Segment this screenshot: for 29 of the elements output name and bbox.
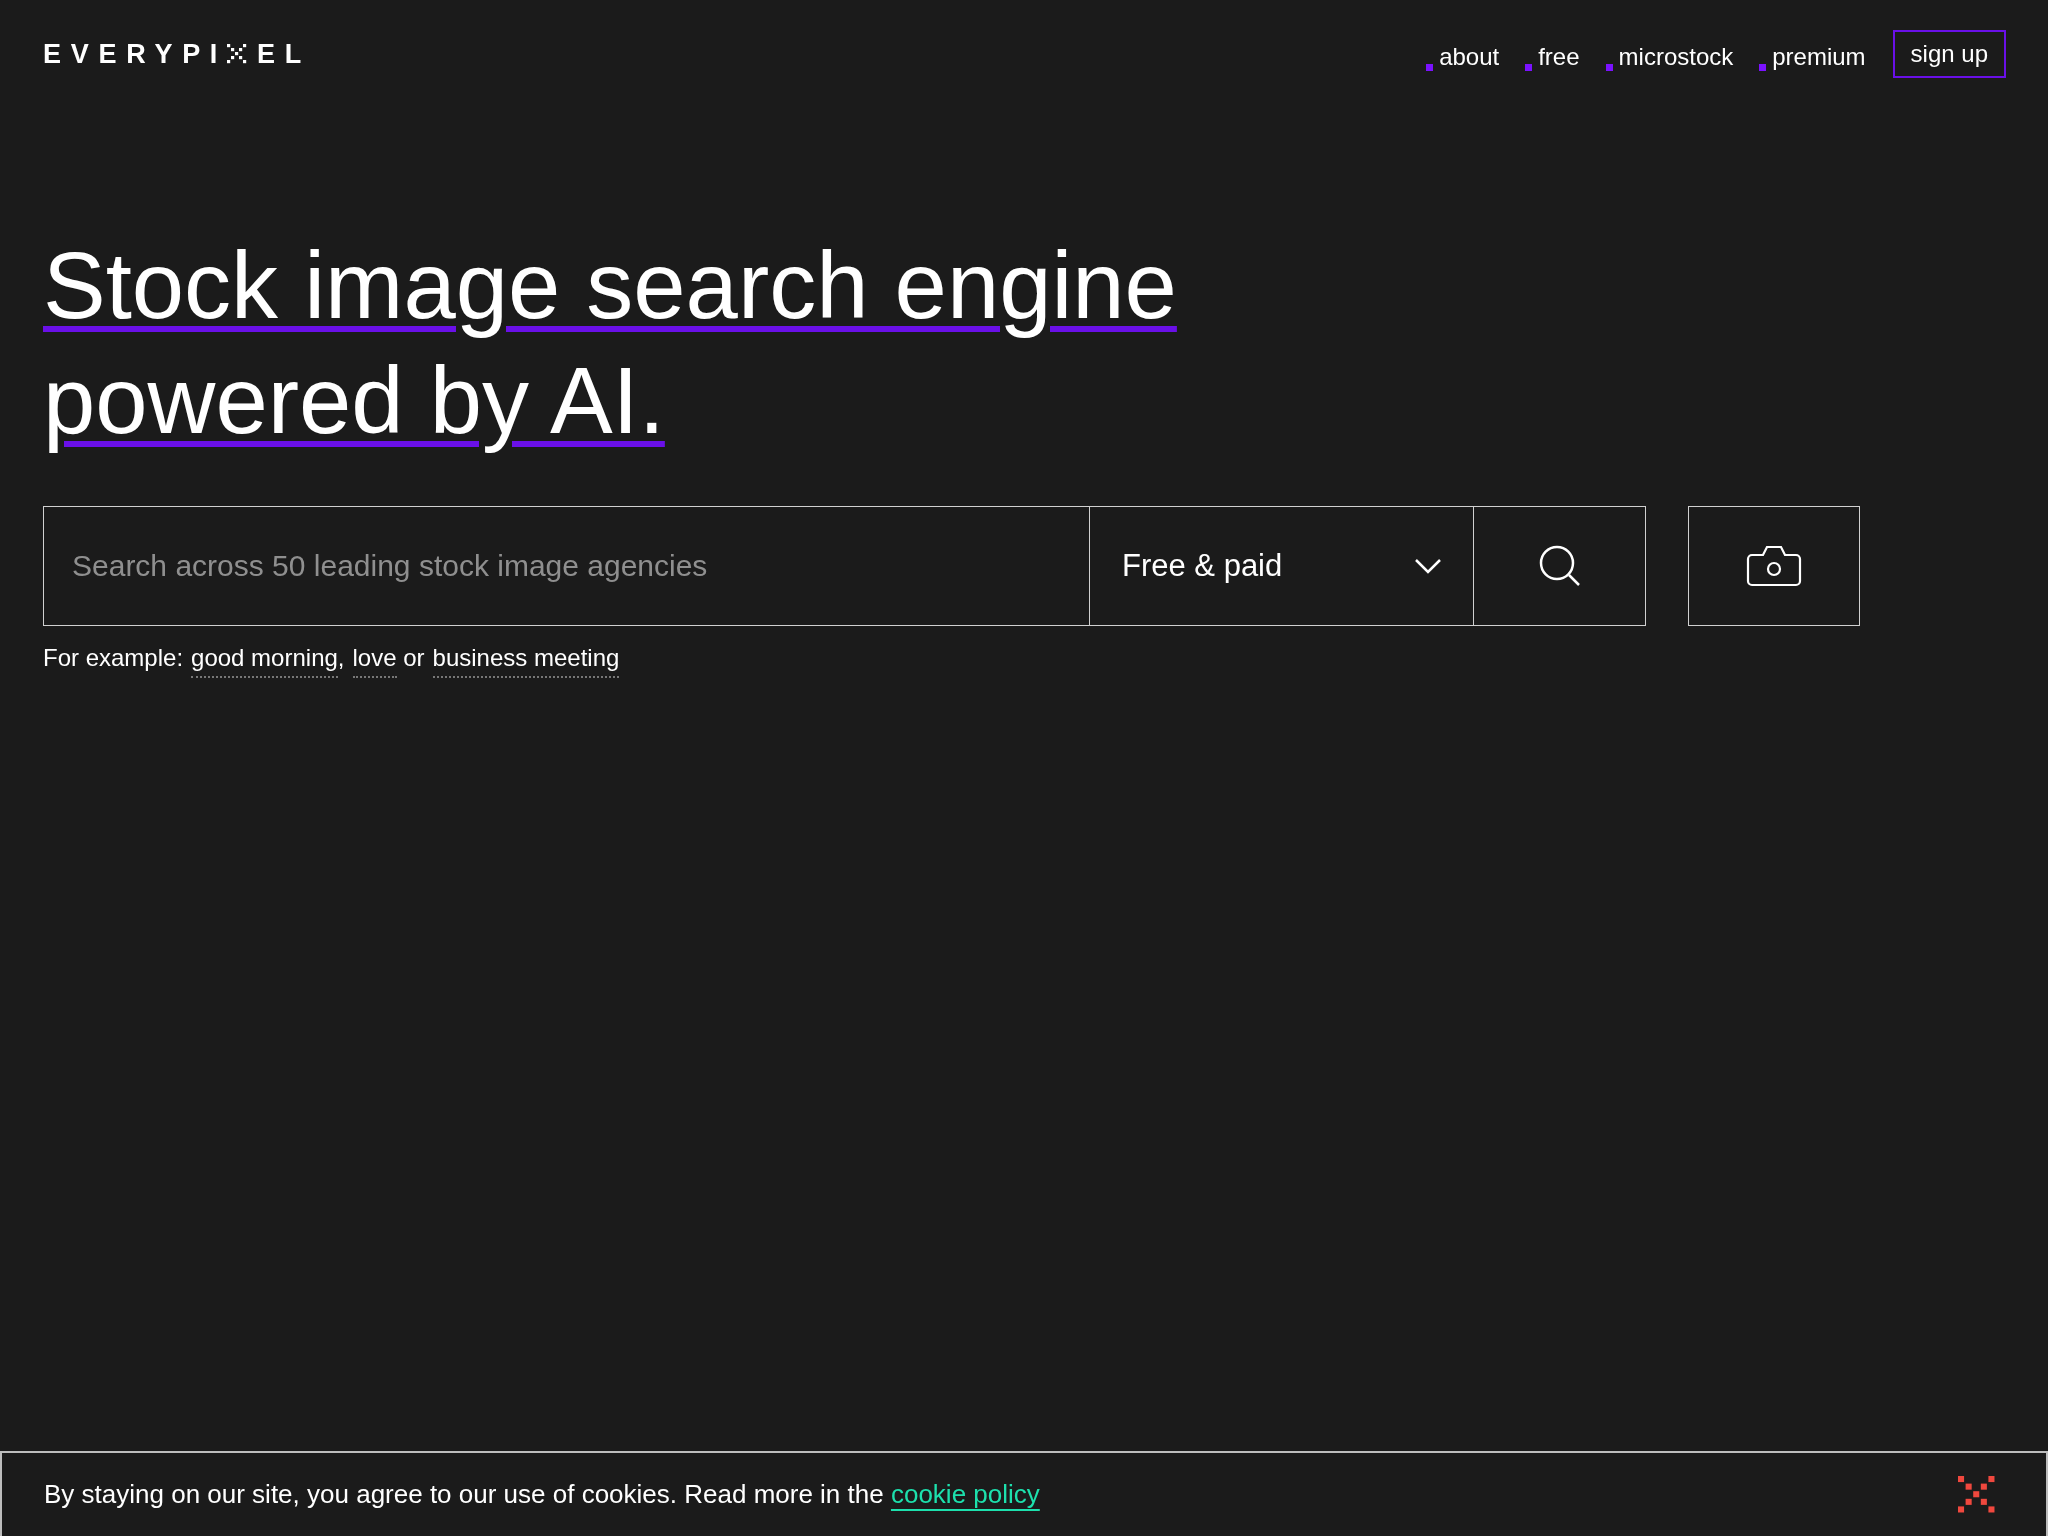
sign-up-button[interactable]: sign up	[1892, 30, 2006, 78]
search-icon	[1537, 544, 1582, 588]
separator-text: ,	[337, 643, 345, 673]
search-field[interactable]: Search across 50 leading stock image agencies	[43, 506, 1090, 626]
cookie-notice: By staying on our site, you agree to our use of cookies. Read more in the cookie policy	[44, 1478, 1040, 1511]
example-link[interactable]: good morning	[191, 640, 338, 678]
filter-dropdown[interactable]: Free & paid	[1090, 506, 1474, 626]
camera-button[interactable]	[1688, 506, 1860, 626]
close-icon	[1958, 1475, 1996, 1514]
headline: powered by AI.	[43, 348, 665, 453]
example-link[interactable]: business meeting	[432, 640, 620, 678]
search-button[interactable]	[1474, 506, 1646, 626]
logo[interactable]: EVERYPI EL	[43, 33, 312, 75]
nav-link[interactable]: about	[1426, 33, 1500, 75]
square-bullet-icon	[1759, 64, 1767, 71]
square-bullet-icon	[1605, 64, 1613, 71]
square-bullet-icon	[1426, 64, 1434, 71]
example-label: For example:	[43, 643, 184, 673]
camera-icon	[1746, 545, 1802, 587]
nav-link[interactable]: free	[1525, 33, 1580, 75]
square-bullet-icon	[1525, 64, 1533, 71]
headline: Stock image search engine	[43, 233, 1177, 338]
separator-text: or	[402, 643, 425, 673]
cookie-policy-link[interactable]: cookie policy	[890, 1479, 1040, 1509]
example-link[interactable]: love	[352, 640, 397, 678]
chevron-down-icon	[1415, 558, 1441, 574]
nav-link[interactable]: premium	[1759, 33, 1866, 75]
nav-link[interactable]: microstock	[1605, 33, 1734, 75]
pixel-x-icon	[227, 44, 248, 64]
